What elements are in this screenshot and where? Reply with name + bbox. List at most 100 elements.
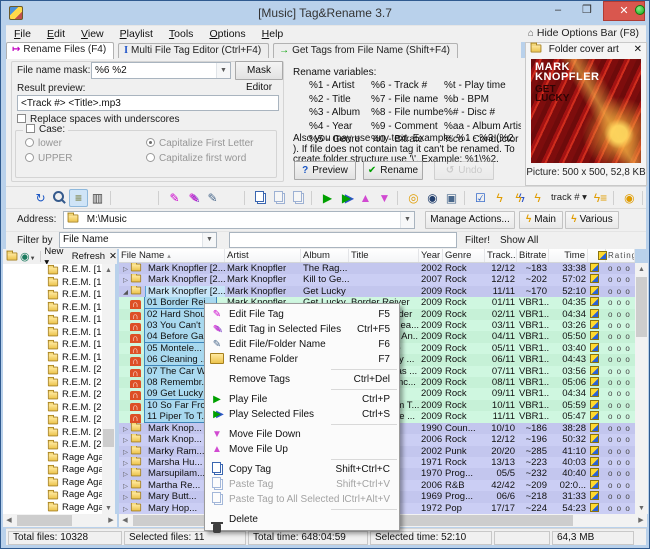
show-all-button[interactable]: Show All: [500, 235, 538, 246]
toolbar-icon[interactable]: [613, 191, 618, 205]
scroll-right-icon[interactable]: ▶: [635, 514, 647, 527]
online-help-icon[interactable]: ◉: [620, 189, 639, 207]
move-down-icon[interactable]: ▼: [375, 189, 394, 207]
filter-query-input[interactable]: [229, 232, 457, 248]
preview-button[interactable]: ?Preview: [294, 161, 356, 180]
radio-upper[interactable]: UPPER: [25, 153, 72, 164]
mask-combobox[interactable]: %6 %2▼: [91, 62, 231, 79]
chevron-down-icon[interactable]: ▼: [202, 233, 216, 247]
scroll-down-icon[interactable]: ▼: [635, 502, 648, 514]
column-header[interactable]: File Name: [119, 249, 225, 262]
scroll-right-icon[interactable]: ▶: [105, 514, 117, 527]
menu-item[interactable]: View: [73, 26, 112, 40]
column-header[interactable]: Artist: [225, 249, 301, 262]
folder-action-icon[interactable]: ϟ: [528, 189, 547, 207]
up-folder-icon[interactable]: [7, 252, 18, 260]
rename-button[interactable]: ✔Rename: [363, 161, 423, 180]
radio-capitalize-first-word[interactable]: Capitalize first word: [146, 153, 246, 164]
tag-fields-icon[interactable]: ☑: [471, 189, 490, 207]
context-menu-item[interactable]: ▶ Play Selected Files Ctrl+S: [205, 407, 399, 422]
folder-tree-item[interactable]: R.E.M. [1986: [3, 264, 102, 277]
column-header[interactable]: Bitrate: [517, 249, 549, 262]
copy-tag-icon[interactable]: [251, 189, 270, 207]
radio-icon[interactable]: [146, 153, 155, 162]
action-list-icon[interactable]: ϟ≡: [591, 189, 610, 207]
title-bar[interactable]: [Music] Tag&Rename 3.7 – ❒ ✕: [2, 1, 648, 25]
folder-tree-item[interactable]: Rage Agains: [3, 489, 102, 502]
column-header[interactable]: Track...: [485, 249, 517, 262]
menu-item[interactable]: Options: [201, 26, 253, 40]
hide-options-bar-button[interactable]: ⌂Hide Options Bar (F8): [528, 27, 639, 39]
tree-view-icon[interactable]: ≡: [69, 189, 88, 207]
folder-tree-item[interactable]: Rage Agains: [3, 452, 102, 465]
amazon-icon[interactable]: ◎: [404, 189, 423, 207]
context-menu-item[interactable]: Copy Tag Shift+Ctrl+C: [205, 462, 399, 477]
folder-tree-item[interactable]: R.E.M. [1996: [3, 339, 102, 352]
track-number-button[interactable]: track # ▾: [547, 189, 591, 207]
browse-folder-icon[interactable]: [117, 189, 136, 207]
folder-tree-item[interactable]: Rage Agains: [3, 502, 102, 515]
folder-tree-item[interactable]: R.E.M. [1987: [3, 277, 102, 290]
column-header[interactable]: Album: [301, 249, 349, 262]
folder-tree-item[interactable]: R.E.M. [1992: [3, 314, 102, 327]
menu-item[interactable]: File: [6, 26, 39, 40]
folder-tree-item[interactable]: R.E.M. [2004: [3, 389, 102, 402]
folder-tree-item[interactable]: R.E.M. [1994: [3, 327, 102, 340]
actions-files-icon[interactable]: ϟ: [509, 189, 528, 207]
context-menu-item[interactable]: Delete: [205, 512, 399, 527]
maximize-button[interactable]: ❒: [573, 1, 601, 21]
checkbox-icon[interactable]: [26, 124, 35, 133]
context-menu-item[interactable]: Remove Tags Ctrl+Del: [205, 372, 399, 387]
table-scroll-thumb[interactable]: [636, 277, 647, 337]
scroll-down-icon[interactable]: ▼: [102, 502, 115, 514]
scroll-left-icon[interactable]: ◀: [119, 514, 131, 527]
undo-button[interactable]: ↺Undo: [434, 161, 494, 180]
menu-item[interactable]: Tools: [161, 26, 202, 40]
tab-get-tags-from-file-name[interactable]: →Get Tags from File Name (Shift+F4): [273, 43, 458, 59]
filter-field-combobox[interactable]: File Name▼: [59, 232, 217, 248]
folder-tree-item[interactable]: R.E.M. [2011: [3, 439, 102, 452]
tab-rename-files[interactable]: ↦Rename Files (F4): [6, 42, 114, 59]
toolbar-icon[interactable]: [158, 191, 163, 205]
context-menu-item[interactable]: ✎ Edit Tag in Selected Files Ctrl+F5: [205, 322, 399, 337]
column-header[interactable]: Title: [349, 249, 419, 262]
context-menu-item[interactable]: ▶ Play File Ctrl+P: [205, 392, 399, 407]
context-menu-item[interactable]: ✎ Edit File Tag F5: [205, 307, 399, 322]
refresh-button[interactable]: Refresh: [72, 251, 105, 262]
folder-tree-item[interactable]: R.E.M. [1988: [3, 289, 102, 302]
folder-tree-item[interactable]: R.E.M. [2001: [3, 364, 102, 377]
sidebar-vertical-scrollbar[interactable]: [102, 264, 115, 514]
Mark Knopfler [2...[interactable]: ▷Mark Knopfler [2...Mark KnopflerKill to…: [119, 274, 635, 285]
report-view-icon[interactable]: ▥: [88, 189, 107, 207]
toolbar-icon[interactable]: [244, 191, 249, 205]
edit-tags-selected-icon[interactable]: ✎: [184, 189, 203, 207]
menu-item[interactable]: Playlist: [112, 26, 161, 40]
freedb-icon[interactable]: ▣: [442, 189, 461, 207]
toolbar-icon[interactable]: [642, 191, 647, 205]
context-menu-item[interactable]: Rename Folder F7: [205, 352, 399, 367]
chevron-down-icon[interactable]: ▼: [216, 63, 230, 78]
tab-multi-file-tag-editor[interactable]: IMulti File Tag Editor (Ctrl+F4): [118, 43, 269, 59]
scroll-left-icon[interactable]: ◀: [3, 514, 15, 527]
radio-icon[interactable]: [25, 138, 34, 147]
folder-tree-item[interactable]: R.E.M. [1991: [3, 302, 102, 315]
network-icon[interactable]: ◉▼: [20, 250, 36, 263]
folder-tree-item[interactable]: R.E.M. [1998: [3, 352, 102, 365]
play-file-icon[interactable]: ▶: [318, 189, 337, 207]
column-header[interactable]: Time: [549, 249, 588, 262]
minimize-button[interactable]: –: [544, 1, 572, 21]
column-header[interactable]: Genre: [443, 249, 485, 262]
radio-selected-icon[interactable]: [146, 138, 155, 147]
sidebar-hscroll-thumb[interactable]: [17, 515, 72, 526]
close-panel-icon[interactable]: ✕: [109, 251, 117, 262]
close-icon[interactable]: ✕: [634, 44, 642, 55]
context-menu-item[interactable]: Paste Tag to All Selected Files Ctrl+Alt…: [205, 492, 399, 507]
folder-tree-item[interactable]: R.E.M. [2008: [3, 414, 102, 427]
toolbar-icon[interactable]: [397, 191, 402, 205]
manage-actions-button[interactable]: Manage Actions...: [425, 211, 515, 229]
context-menu-item[interactable]: Paste Tag Shift+Ctrl+V: [205, 477, 399, 492]
Mark Knopfler [2...[interactable]: ◢Mark Knopfler [2...Mark KnopflerGet Luc…: [119, 286, 635, 297]
mask-editor-button[interactable]: Mask Editor: [235, 61, 283, 80]
toolbar-icon[interactable]: [311, 191, 316, 205]
radio-lower[interactable]: lower: [25, 138, 62, 149]
